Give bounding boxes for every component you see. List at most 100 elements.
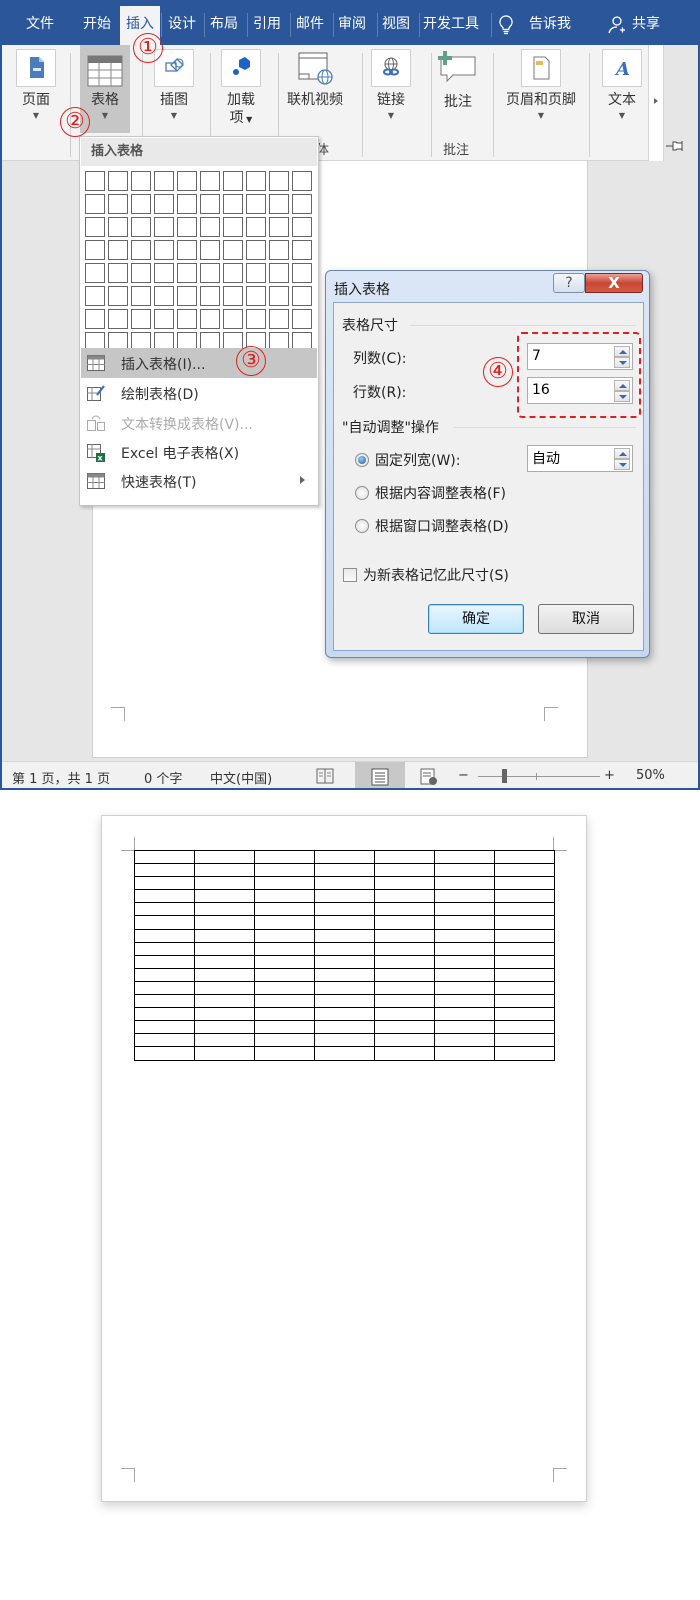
page-count[interactable]: 第 1 页，共 1 页 <box>12 768 110 787</box>
table-cell[interactable] <box>494 980 555 996</box>
table-cell[interactable] <box>194 915 255 930</box>
zoom-level[interactable]: 50% <box>636 768 665 783</box>
tab-view[interactable]: 视图 <box>378 0 414 45</box>
grid-cell[interactable] <box>200 217 220 237</box>
table-cell[interactable] <box>494 902 555 917</box>
table-cell[interactable] <box>314 1033 375 1048</box>
table-cell[interactable] <box>134 1046 195 1061</box>
fixed-width-input[interactable] <box>532 450 602 466</box>
tell-me-search[interactable]: 告诉我 <box>524 0 576 45</box>
table-cell[interactable] <box>314 876 375 891</box>
grid-cell[interactable] <box>292 263 312 283</box>
table-cell[interactable] <box>494 1020 555 1035</box>
grid-cell[interactable] <box>269 194 289 214</box>
grid-cell[interactable] <box>292 240 312 260</box>
grid-cell[interactable] <box>269 240 289 260</box>
table-cell[interactable] <box>134 1033 195 1048</box>
table-cell[interactable] <box>134 967 195 982</box>
tab-developer[interactable]: 开发工具 <box>420 0 482 45</box>
table-cell[interactable] <box>134 954 195 969</box>
cancel-button[interactable]: 取消 <box>538 604 634 634</box>
table-cell[interactable] <box>194 994 255 1009</box>
grid-cell[interactable] <box>200 171 220 191</box>
table-cell[interactable] <box>254 889 315 904</box>
table-cell[interactable] <box>494 1033 555 1048</box>
grid-cell[interactable] <box>154 286 174 306</box>
grid-cell[interactable] <box>292 286 312 306</box>
table-cell[interactable] <box>194 1046 255 1061</box>
menu-item-draw-table[interactable]: 绘制表格(D) <box>81 378 317 408</box>
table-cell[interactable] <box>374 915 435 930</box>
table-cell[interactable] <box>134 876 195 891</box>
zoom-slider[interactable] <box>478 769 600 783</box>
table-cell[interactable] <box>194 849 255 865</box>
table-cell[interactable] <box>374 1046 435 1061</box>
grid-cell[interactable] <box>108 217 128 237</box>
grid-cell[interactable] <box>246 240 266 260</box>
grid-cell[interactable] <box>200 194 220 214</box>
table-cell[interactable] <box>434 980 495 996</box>
table-cell[interactable] <box>194 980 255 996</box>
illustrations-button[interactable]: 插图 ▼ <box>152 49 196 123</box>
table-cell[interactable] <box>254 954 315 969</box>
table-cell[interactable] <box>254 849 315 865</box>
grid-cell[interactable] <box>177 240 197 260</box>
table-cell[interactable] <box>374 954 435 969</box>
grid-cell[interactable] <box>131 194 151 214</box>
grid-cell[interactable] <box>177 194 197 214</box>
table-cell[interactable] <box>254 1007 315 1022</box>
table-cell[interactable] <box>254 994 315 1009</box>
table-cell[interactable] <box>494 954 555 969</box>
table-cell[interactable] <box>434 915 495 930</box>
fixed-width-stepper[interactable] <box>527 445 633 472</box>
help-button[interactable]: ? <box>553 273 585 293</box>
tab-layout[interactable]: 布局 <box>206 0 242 45</box>
grid-cell[interactable] <box>269 217 289 237</box>
table-cell[interactable] <box>434 902 495 917</box>
tab-home[interactable]: 开始 <box>78 0 116 45</box>
grid-cell[interactable] <box>200 263 220 283</box>
table-cell[interactable] <box>374 876 435 891</box>
table-cell[interactable] <box>434 928 495 943</box>
web-layout-icon[interactable] <box>420 768 438 788</box>
table-cell[interactable] <box>254 1020 315 1035</box>
grid-cell[interactable] <box>131 309 151 329</box>
autofit-contents-radio[interactable] <box>355 486 369 500</box>
online-video-button[interactable]: 联机视频 <box>284 49 346 109</box>
grid-cell[interactable] <box>131 217 151 237</box>
table-cell[interactable] <box>194 1020 255 1035</box>
grid-cell[interactable] <box>154 309 174 329</box>
new-comment-button[interactable]: 批注 <box>436 49 480 111</box>
table-cell[interactable] <box>494 967 555 982</box>
table-cell[interactable] <box>374 863 435 878</box>
table-cell[interactable] <box>314 928 375 943</box>
table-cell[interactable] <box>434 849 495 865</box>
table-cell[interactable] <box>134 928 195 943</box>
grid-cell[interactable] <box>131 286 151 306</box>
table-cell[interactable] <box>254 941 315 956</box>
grid-cell[interactable] <box>85 286 105 306</box>
table-cell[interactable] <box>314 849 375 865</box>
table-cell[interactable] <box>494 876 555 891</box>
grid-cell[interactable] <box>85 240 105 260</box>
table-cell[interactable] <box>254 1046 315 1061</box>
table-cell[interactable] <box>374 889 435 904</box>
table-cell[interactable] <box>254 876 315 891</box>
table-cell[interactable] <box>314 902 375 917</box>
table-cell[interactable] <box>374 941 435 956</box>
table-cell[interactable] <box>494 928 555 943</box>
table-cell[interactable] <box>374 967 435 982</box>
remember-size-checkbox[interactable] <box>343 568 357 582</box>
table-cell[interactable] <box>314 863 375 878</box>
menu-item-quick-tables[interactable]: 快速表格(T) <box>81 466 317 496</box>
table-cell[interactable] <box>254 902 315 917</box>
tab-references[interactable]: 引用 <box>249 0 285 45</box>
grid-cell[interactable] <box>200 309 220 329</box>
table-cell[interactable] <box>194 863 255 878</box>
fixed-width-increment[interactable] <box>614 448 630 459</box>
table-cell[interactable] <box>434 954 495 969</box>
table-cell[interactable] <box>254 980 315 996</box>
grid-cell[interactable] <box>292 171 312 191</box>
read-mode-icon[interactable] <box>316 768 334 788</box>
table-cell[interactable] <box>314 967 375 982</box>
